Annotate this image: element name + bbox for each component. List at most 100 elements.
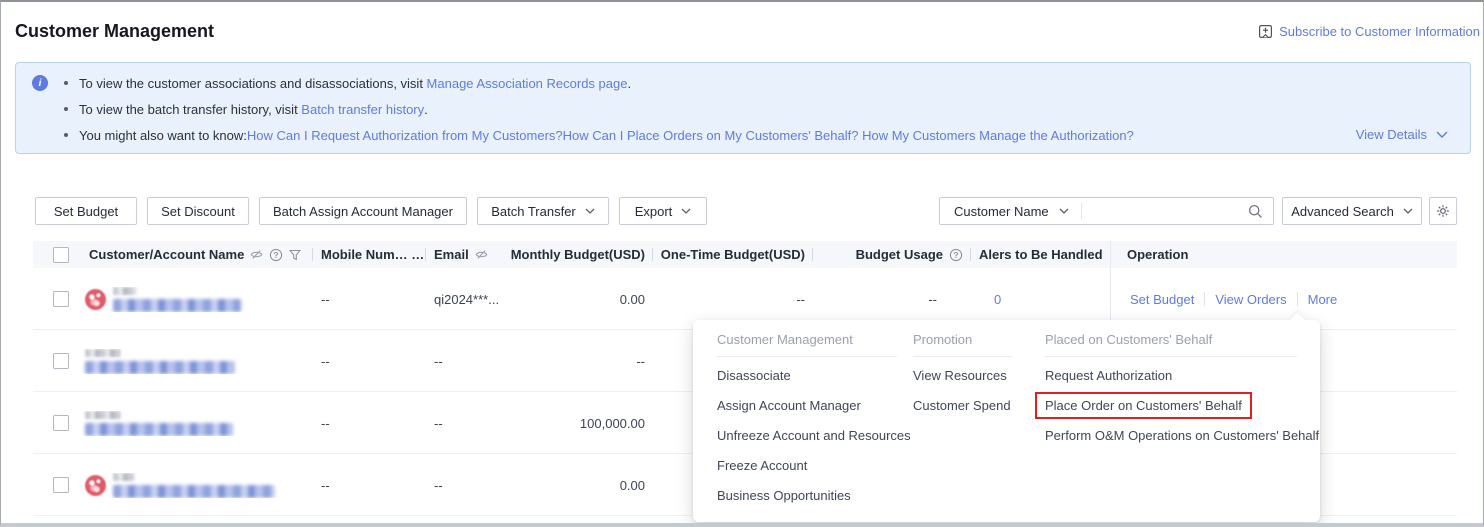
row-checkbox[interactable]: [53, 353, 69, 369]
column-label: Monthly Budget(USD): [511, 247, 645, 262]
banner-bullet-1: To view the customer associations and di…: [64, 70, 1134, 96]
email-cell: --: [426, 354, 513, 369]
more-actions-popup: Customer Management Disassociate Assign …: [693, 320, 1320, 522]
mobile-cell: --: [313, 478, 426, 493]
search-icon[interactable]: [1248, 204, 1263, 219]
bullet-dot: [64, 107, 68, 111]
place-orders-faq-link[interactable]: How Can I Place Orders on My Customers' …: [563, 128, 862, 143]
budget-usage-cell: --: [813, 292, 971, 307]
column-label: Email: [434, 247, 469, 262]
column-header-email[interactable]: Email: [426, 241, 513, 268]
row-checkbox[interactable]: [53, 291, 69, 307]
select-all-checkbox[interactable]: [53, 247, 69, 263]
divider: [1297, 292, 1298, 306]
search-box: Customer Name: [939, 197, 1274, 225]
subscribe-link[interactable]: Subscribe to Customer Information: [1258, 24, 1480, 39]
eye-off-icon[interactable]: [250, 248, 263, 261]
redacted-account-label: [113, 287, 137, 295]
svg-text:?: ?: [953, 250, 958, 260]
page-title: Customer Management: [15, 21, 214, 42]
menu-item-business-opportunities[interactable]: Business Opportunities: [717, 481, 947, 511]
chevron-down-icon: [681, 208, 691, 214]
redacted-customer-name-link[interactable]: [85, 361, 235, 374]
view-details-link[interactable]: View Details: [1356, 125, 1448, 143]
bullet-dot: [64, 133, 68, 137]
batch-transfer-label: Batch Transfer: [491, 204, 576, 219]
banner-bullet-2: To view the batch transfer history, visi…: [64, 96, 1134, 122]
banner-bullets: To view the customer associations and di…: [64, 70, 1134, 148]
menu-item-place-order-on-customers-behalf[interactable]: Place Order on Customers' Behalf: [1035, 392, 1252, 419]
batch-assign-account-manager-button[interactable]: Batch Assign Account Manager: [259, 197, 467, 225]
bullet-text: To view the customer associations and di…: [79, 76, 427, 91]
column-header-customer-account-name[interactable]: Customer/Account Name ?: [81, 241, 313, 268]
search-filter-select[interactable]: Customer Name: [940, 204, 1081, 219]
menu-item-perform-om-operations[interactable]: Perform O&M Operations on Customers' Beh…: [1045, 421, 1315, 451]
advanced-search-button[interactable]: Advanced Search: [1282, 197, 1422, 225]
export-button[interactable]: Export: [619, 197, 707, 225]
row-checkbox[interactable]: [53, 477, 69, 493]
info-banner: i To view the customer associations and …: [15, 62, 1471, 154]
redacted-customer-name-link[interactable]: [113, 299, 241, 312]
popup-group-title: Placed on Customers' Behalf: [1045, 332, 1297, 357]
menu-item-unfreeze-account-and-resources[interactable]: Unfreeze Account and Resources: [717, 421, 947, 451]
batch-transfer-button[interactable]: Batch Transfer: [477, 197, 609, 225]
email-cell: --: [426, 478, 513, 493]
email-cell: --: [426, 416, 513, 431]
export-label: Export: [635, 204, 673, 219]
enterprise-badge-icon: [85, 475, 106, 496]
menu-item-customer-spend[interactable]: Customer Spend: [913, 391, 1033, 421]
subscribe-label: Subscribe to Customer Information: [1279, 24, 1480, 39]
column-header-mobile[interactable]: Mobile Num… …: [313, 241, 426, 268]
manage-authorization-faq-link[interactable]: How My Customers Manage the Authorizatio…: [862, 128, 1134, 143]
redacted-account-label: [85, 349, 121, 357]
enterprise-badge-icon: [85, 289, 106, 310]
popup-group-promotion: Promotion View Resources Customer Spend: [913, 332, 1033, 421]
bullet-text: You might also want to know:: [79, 128, 247, 143]
set-budget-button[interactable]: Set Budget: [35, 197, 137, 225]
column-header-one-time-budget[interactable]: One-Time Budget(USD): [653, 241, 813, 268]
column-label: One-Time Budget(USD): [661, 247, 805, 262]
batch-transfer-history-link[interactable]: Batch transfer history: [301, 102, 424, 117]
help-icon[interactable]: ?: [949, 248, 963, 262]
column-label: Alers to Be Handled: [979, 247, 1103, 262]
column-label: Operation: [1127, 247, 1188, 262]
bullet-text: .: [627, 76, 631, 91]
help-icon[interactable]: ?: [269, 248, 283, 262]
info-icon: i: [32, 75, 48, 91]
chevron-down-icon: [1436, 131, 1448, 138]
redacted-account-label: [85, 411, 121, 419]
table-settings-button[interactable]: [1429, 197, 1457, 225]
menu-item-freeze-account[interactable]: Freeze Account: [717, 451, 947, 481]
row-set-budget-link[interactable]: Set Budget: [1130, 292, 1194, 307]
redacted-customer-name-link[interactable]: [85, 423, 233, 436]
column-label: Mobile Num… …: [321, 247, 424, 262]
menu-item-view-resources[interactable]: View Resources: [913, 361, 1033, 391]
column-header-monthly-budget[interactable]: Monthly Budget(USD): [513, 241, 653, 268]
redacted-customer-name-link[interactable]: [113, 485, 275, 498]
row-more-link[interactable]: More: [1308, 292, 1338, 307]
search-input[interactable]: [1082, 199, 1248, 223]
popup-group-title: Customer Management: [717, 332, 897, 357]
alerts-count-link[interactable]: 0: [979, 292, 1001, 307]
menu-item-request-authorization[interactable]: Request Authorization: [1045, 361, 1315, 391]
set-discount-button[interactable]: Set Discount: [147, 197, 249, 225]
mobile-cell: --: [313, 354, 426, 369]
chevron-down-icon: [1059, 208, 1069, 214]
request-authorization-faq-link[interactable]: How Can I Request Authorization from My …: [247, 128, 563, 143]
eye-off-icon[interactable]: [475, 248, 488, 261]
manage-association-records-link[interactable]: Manage Association Records page: [427, 76, 628, 91]
email-cell: qi2024***...: [426, 292, 513, 307]
search-filter-label: Customer Name: [954, 204, 1049, 219]
row-view-orders-link[interactable]: View Orders: [1215, 292, 1286, 307]
chevron-down-icon: [585, 208, 595, 214]
filter-icon[interactable]: [289, 249, 301, 261]
svg-text:?: ?: [274, 250, 279, 260]
column-label: Customer/Account Name: [89, 247, 244, 262]
monthly-budget-cell: 100,000.00: [513, 416, 653, 431]
popup-group-placed-on-customers-behalf: Placed on Customers' Behalf Request Auth…: [1045, 332, 1315, 451]
column-header-budget-usage[interactable]: Budget Usage ?: [813, 241, 971, 268]
column-header-alerts[interactable]: Alers to Be Handled: [971, 241, 1110, 268]
popup-group-title: Promotion: [913, 332, 1013, 357]
bullet-text: .: [424, 102, 428, 117]
row-checkbox[interactable]: [53, 415, 69, 431]
